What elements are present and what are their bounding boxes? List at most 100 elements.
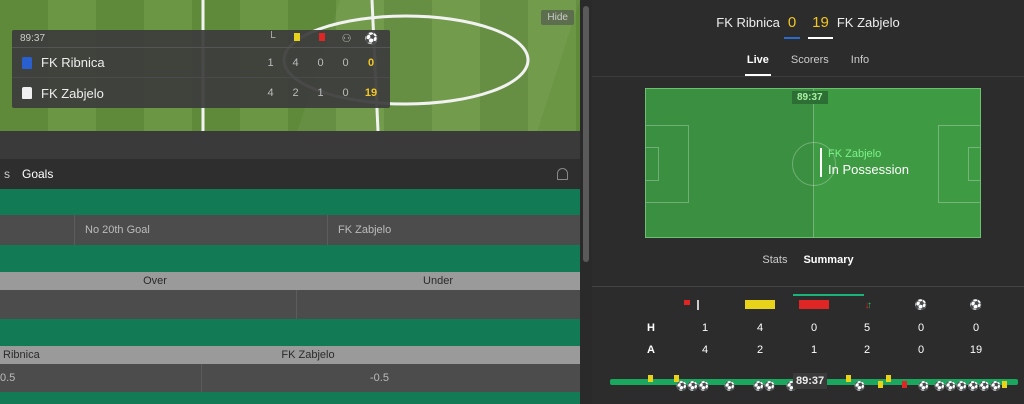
stats-table: ↓ ↑ ⚽ ⚽ H 1 4 0 5 0 0 A 4 2 1 2 0 19 (592, 300, 1024, 366)
hcap-headers: Ribnica FK Zabjelo (0, 346, 580, 364)
team-name: FK Zabjelo (41, 85, 104, 101)
yellow-card-icon (284, 32, 309, 45)
match-header: FK Ribnica 0 19 FK Zabjelo (592, 0, 1024, 44)
market-row-hcap: 0.5 -0.5 (0, 364, 580, 392)
corner-flag-icon (683, 300, 720, 313)
possession-indicator: FK Zabjelo In Possession (820, 148, 909, 177)
app-root: Hide 89:37 └ ⚇ ⚽ FK Ribnica 1 4 0 0 0 FK… (0, 0, 1024, 404)
scrollbar-thumb[interactable] (583, 6, 589, 262)
goal-icon: ⚽ (724, 381, 736, 391)
stat-value: 1 (701, 322, 709, 334)
home-team-name: FK Ribnica (716, 14, 780, 30)
score-value: 0 (367, 56, 375, 69)
red-value: 0 (317, 56, 324, 69)
stat-value: 1 (810, 344, 818, 356)
selection-cell[interactable] (297, 290, 580, 319)
selection-cell[interactable]: -0.5 (202, 364, 580, 392)
goal-icon: ⚽ (364, 33, 379, 45)
market-row-three-way: No 20th Goal FK Zabjelo (0, 215, 580, 245)
summary-tabs: Stats Summary (592, 254, 1024, 296)
market-tab-partial[interactable]: s (0, 167, 10, 181)
red-value: 1 (317, 87, 324, 99)
score-value: 19 (364, 87, 378, 99)
selection-cell[interactable]: No 20th Goal (75, 215, 328, 245)
goal-icon: ⚽ (918, 381, 930, 391)
market-header-bar[interactable] (0, 245, 580, 272)
stat-value: 2 (863, 344, 871, 356)
stat-value: 0 (972, 322, 980, 334)
under-header: Under (423, 275, 453, 287)
stat-value: 4 (701, 344, 709, 356)
right-pane: FK Ribnica 0 19 FK Zabjelo Live Scorers … (592, 0, 1024, 404)
stats-icon-row: ↓ ↑ ⚽ ⚽ (592, 300, 1024, 322)
bell-icon[interactable] (557, 168, 568, 180)
scoreboard-col-icons: └ ⚇ ⚽ (259, 32, 390, 45)
row-label: A (647, 344, 655, 356)
scrollbar[interactable] (580, 0, 592, 404)
tab-scorers[interactable]: Scorers (791, 54, 829, 66)
stat-value: 0 (810, 322, 818, 334)
market-row-ou (0, 290, 580, 319)
possession-status: In Possession (828, 162, 909, 177)
stats-row-home: H 1 4 0 5 0 0 (592, 322, 1024, 344)
selection-cell[interactable] (0, 215, 75, 245)
subs-value: 0 (342, 87, 349, 99)
stats-row-away: A 4 2 1 2 0 19 (592, 344, 1024, 366)
stream-footer (0, 131, 580, 159)
selection-cell[interactable] (0, 290, 297, 319)
stat-value: 5 (863, 322, 871, 334)
stat-value: 2 (756, 344, 764, 356)
stat-value: 0 (917, 322, 925, 334)
stat-value: 19 (969, 344, 983, 356)
stat-value: 0 (917, 344, 925, 356)
goal-icon: ⚽⚽ (753, 381, 776, 391)
stat-value: 4 (756, 322, 764, 334)
corners-value: 4 (267, 87, 274, 99)
ou-headers: Over Under (0, 272, 580, 290)
corner-icon: └ (267, 32, 276, 44)
summary-divider (592, 286, 1024, 287)
goal-icon: ⚽⚽⚽ (676, 381, 710, 391)
yellow-card-icon (1002, 381, 1007, 388)
right-tabs: Live Scorers Info (592, 44, 1024, 77)
substitution-icon: ↓ ↑ (864, 300, 873, 311)
home-header: Ribnica (3, 349, 40, 361)
penalty-icon: ⚽ (914, 300, 928, 311)
selection-cell[interactable]: 0.5 (0, 364, 202, 392)
goal-icon: ⚽ (990, 381, 1002, 391)
market-header-bar[interactable] (0, 392, 580, 404)
six-yard-box-left (646, 147, 659, 181)
shirt-icon (22, 87, 32, 99)
yellow-card-icon (648, 375, 653, 382)
stream-image: Hide 89:37 └ ⚇ ⚽ FK Ribnica 1 4 0 0 0 FK… (0, 0, 580, 131)
timeline-clock: 89:37 (793, 373, 828, 389)
market-header-bar[interactable] (0, 189, 580, 215)
possession-team: FK Zabjelo (828, 148, 882, 160)
away-score: 19 (808, 13, 833, 39)
market-tabs: s Goals (0, 159, 580, 189)
corners-value: 1 (267, 56, 274, 69)
shirt-icon (22, 56, 32, 69)
substitution-icon: ⚇ (341, 33, 352, 45)
market-header-bar[interactable] (0, 319, 580, 346)
away-team-name: FK Zabjelo (836, 14, 900, 30)
away-header: FK Zabjelo (281, 349, 335, 361)
live-pitch: 89:37 FK Zabjelo In Possession (645, 88, 981, 238)
scoreboard-row-home: FK Ribnica 1 4 0 0 0 (12, 48, 390, 78)
tab-info[interactable]: Info (851, 54, 869, 66)
market-tab-goals[interactable]: Goals (10, 167, 53, 181)
pitch-clock: 89:37 (792, 91, 828, 104)
six-yard-box-right (968, 147, 980, 181)
selection-cell[interactable]: FK Zabjelo (328, 215, 580, 245)
scoreboard-header: 89:37 └ ⚇ ⚽ (12, 30, 390, 48)
yellow-card-icon (846, 375, 851, 382)
scoreboard: 89:37 └ ⚇ ⚽ FK Ribnica 1 4 0 0 0 FK Zabj… (12, 30, 390, 108)
tab-stats[interactable]: Stats (762, 254, 787, 284)
hide-button[interactable]: Hide (541, 10, 574, 25)
yellow-card-icon (878, 381, 883, 388)
home-score: 0 (783, 13, 801, 39)
tab-live[interactable]: Live (744, 54, 771, 76)
tab-summary[interactable]: Summary (793, 254, 864, 296)
yellow-value: 2 (292, 87, 299, 99)
subs-value: 0 (342, 56, 349, 69)
